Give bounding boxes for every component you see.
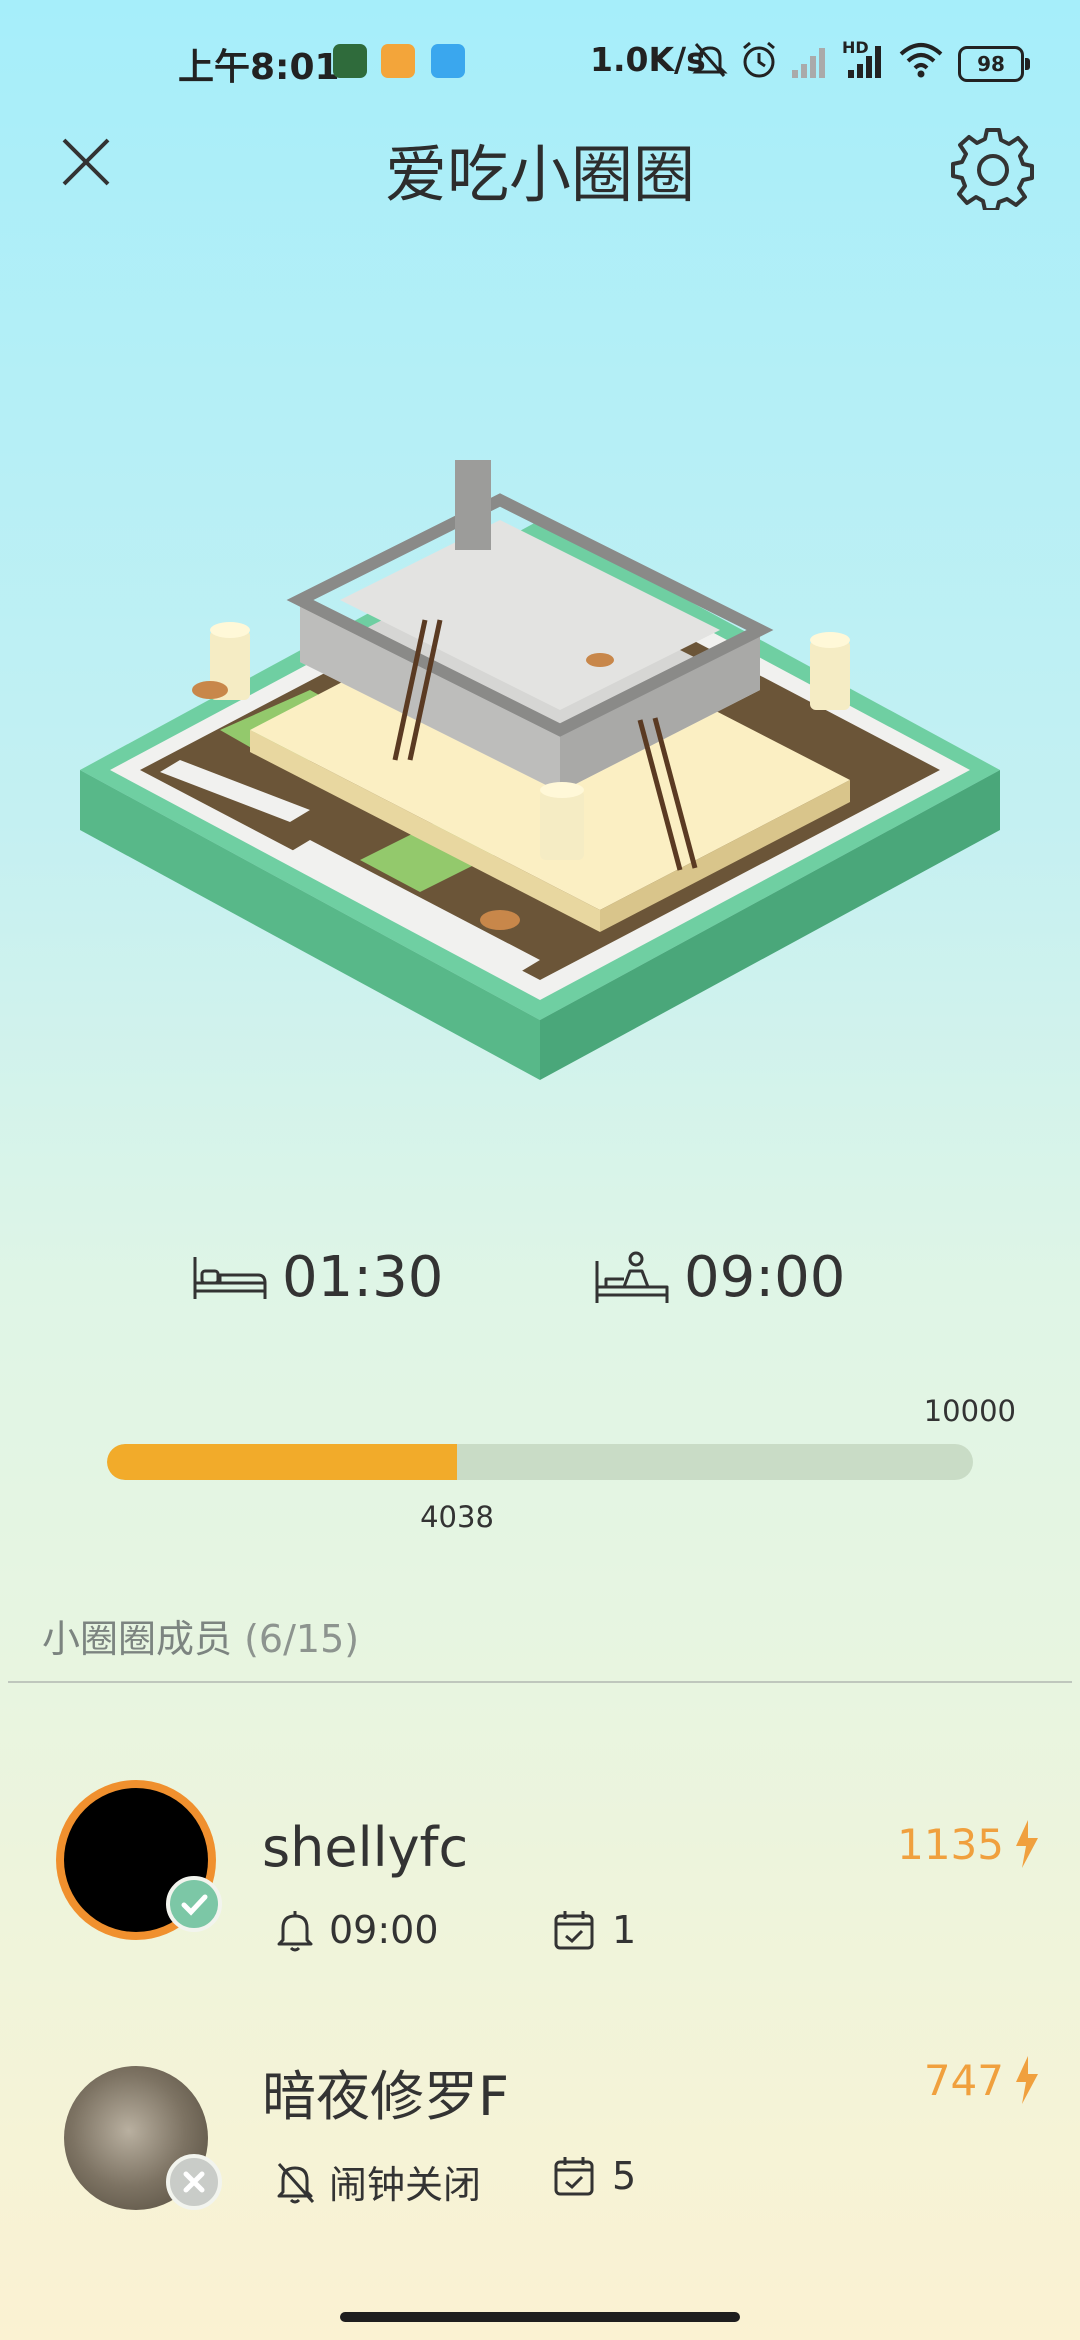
bedtime-display: 01:30 — [192, 1245, 443, 1310]
energy-progress-fill — [107, 1444, 457, 1480]
progress-goal-label: 10000 — [923, 1394, 1016, 1428]
status-bar: 上午8:01 1.0K/s HD 98 — [0, 0, 1080, 120]
bed-icon — [193, 1256, 267, 1299]
lightning-icon — [1016, 2056, 1038, 2104]
member-days-value: 1 — [612, 1908, 637, 1952]
construction-island-illustration — [80, 460, 1000, 1080]
members-count: (6/15) — [244, 1617, 360, 1661]
mail-notification-icon — [431, 44, 465, 78]
member-alarm: 闹钟关闭 — [275, 2154, 481, 2209]
home-app-notification-icon — [381, 44, 415, 78]
member-checkin-days: 5 — [552, 2154, 636, 2198]
check-badge-icon — [166, 1876, 222, 1932]
mute-icon — [692, 43, 728, 77]
member-energy-score: 747 — [923, 2056, 1004, 2105]
member-row[interactable]: 暗夜修罗F 747 闹钟关闭 5 — [0, 2050, 1080, 2250]
network-speed: 1.0K/s — [590, 40, 706, 79]
battery-indicator: 98 — [958, 46, 1030, 82]
members-section-title: 小圈圈成员 (6/15) — [42, 1608, 359, 1663]
member-name: shellyfc — [262, 1816, 469, 1879]
bedtime-value: 01:30 — [282, 1245, 444, 1310]
bell-off-icon — [277, 2162, 315, 2203]
gear-icon[interactable] — [950, 124, 1036, 210]
signal-strong-icon — [848, 46, 881, 78]
member-energy-score: 1135 — [897, 1820, 1004, 1869]
progress-current-label: 4038 — [420, 1500, 494, 1534]
wake-time-value: 09:00 — [684, 1245, 846, 1310]
signal-weak-icon — [792, 48, 825, 78]
calendar-check-icon — [554, 1911, 594, 1950]
alarm-clock-icon — [743, 41, 775, 78]
calendar-check-icon — [554, 2157, 594, 2196]
wifi-icon — [899, 43, 943, 78]
energy-progress-bar — [107, 1444, 973, 1480]
app-notification-icon — [333, 44, 367, 78]
member-checkin-days: 1 — [552, 1908, 636, 1952]
member-alarm-status: 闹钟关闭 — [329, 2163, 482, 2207]
members-divider — [8, 1681, 1072, 1683]
member-name: 暗夜修罗F — [262, 2065, 510, 2128]
bell-icon — [277, 1911, 313, 1952]
cross-badge-icon — [166, 2154, 222, 2210]
member-days-value: 5 — [612, 2154, 637, 2198]
status-time: 上午8:01 — [178, 47, 340, 88]
wake-time-display: 09:00 — [594, 1245, 845, 1310]
member-row[interactable]: shellyfc 1135 09:00 1 — [0, 1770, 1080, 1970]
members-title-text: 小圈圈成员 — [42, 1617, 233, 1661]
wake-up-icon — [595, 1251, 669, 1303]
home-indicator[interactable] — [340, 2312, 740, 2322]
page-title: 爱吃小圈圈 — [384, 138, 695, 211]
lightning-icon — [1016, 1820, 1038, 1868]
member-alarm-time: 09:00 — [329, 1908, 439, 1952]
member-alarm: 09:00 — [275, 1908, 439, 1952]
